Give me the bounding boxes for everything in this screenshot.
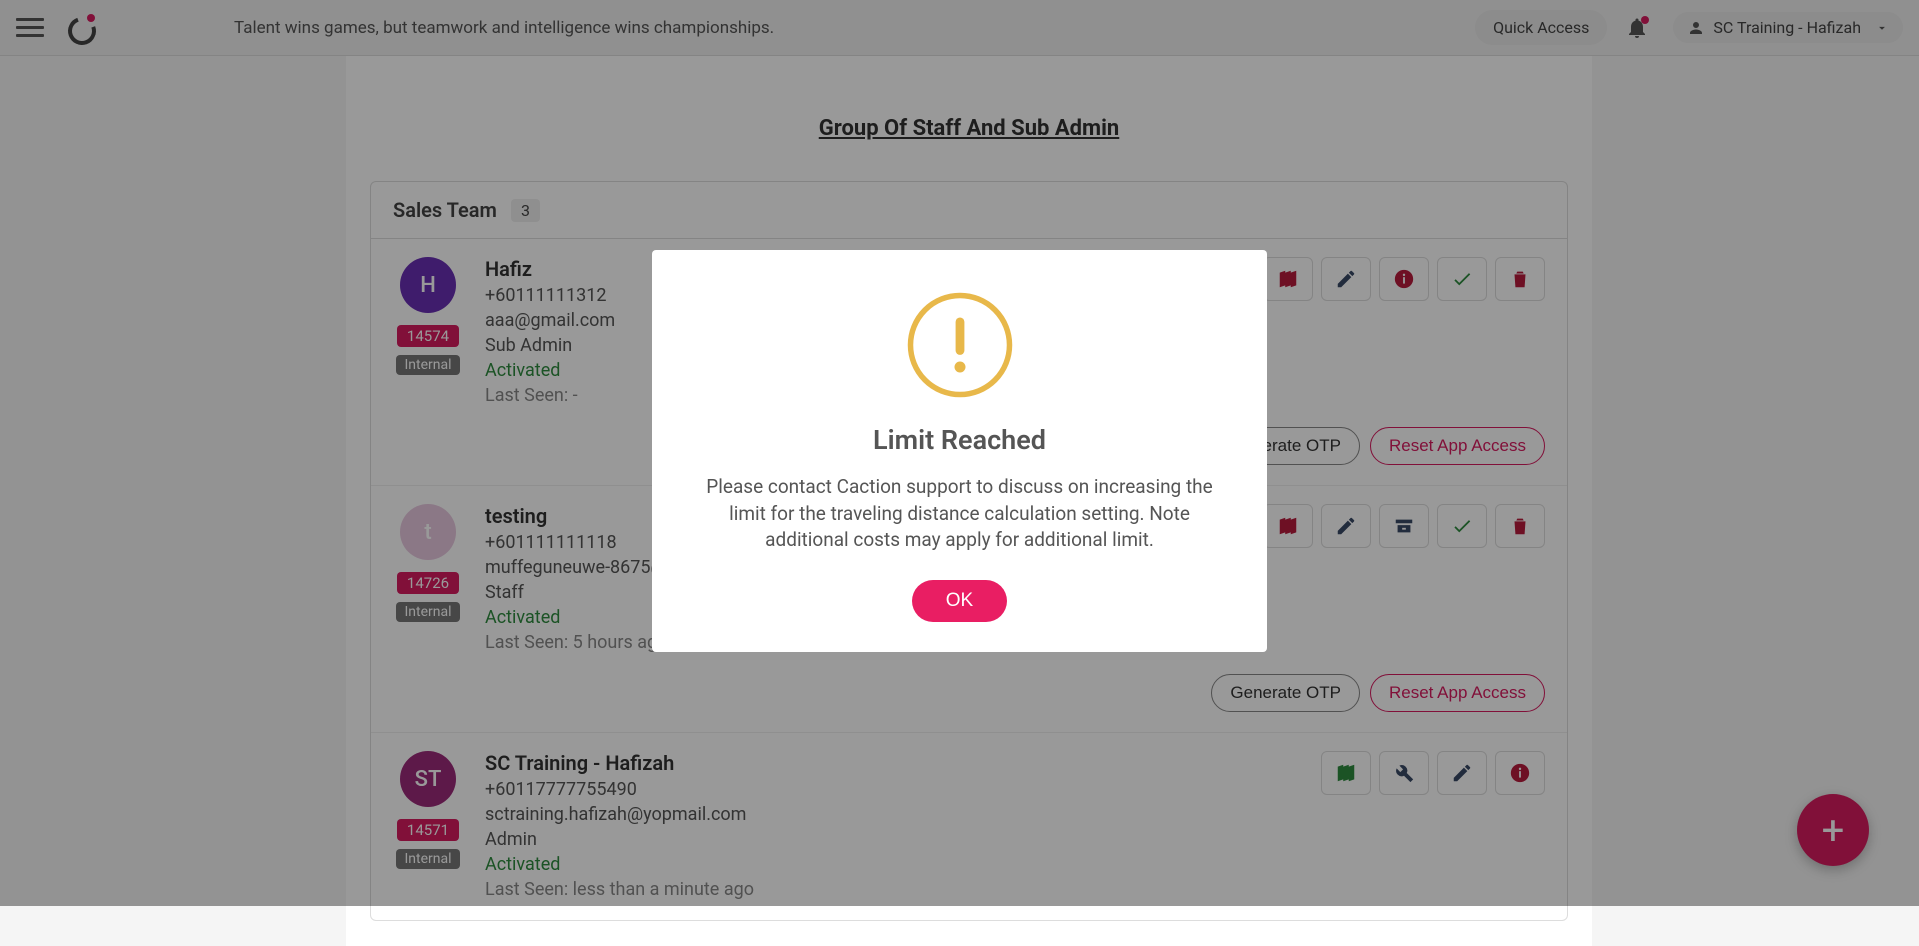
modal-overlay[interactable]: Limit Reached Please contact Caction sup… (0, 0, 1919, 906)
modal-ok-button[interactable]: OK (912, 580, 1007, 622)
limit-reached-modal: Limit Reached Please contact Caction sup… (652, 250, 1267, 652)
modal-message: Please contact Caction support to discus… (686, 474, 1233, 554)
warning-icon (686, 290, 1233, 400)
modal-title: Limit Reached (686, 424, 1233, 456)
